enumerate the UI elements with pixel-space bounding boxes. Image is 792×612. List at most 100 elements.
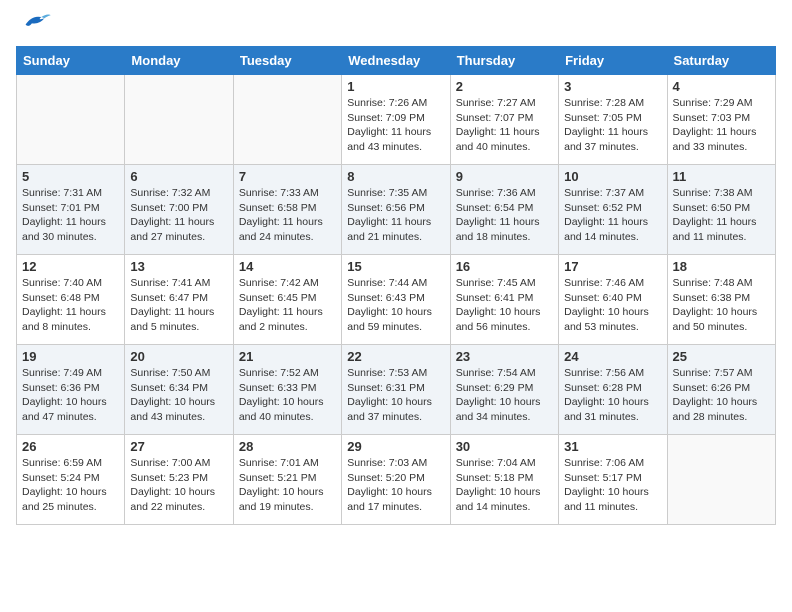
day-info: Sunrise: 7:29 AM Sunset: 7:03 PM Dayligh…	[673, 96, 770, 155]
day-number: 28	[239, 439, 336, 454]
calendar-week-1: 1 Sunrise: 7:26 AM Sunset: 7:09 PM Daylig…	[17, 75, 776, 165]
day-info: Sunrise: 7:03 AM Sunset: 5:20 PM Dayligh…	[347, 456, 444, 515]
calendar-cell: 17Sunrise: 7:46 AM Sunset: 6:40 PM Dayli…	[559, 255, 667, 345]
day-info: Sunrise: 7:53 AM Sunset: 6:31 PM Dayligh…	[347, 366, 444, 425]
day-number: 15	[347, 259, 444, 274]
calendar-cell: 28 Sunrise: 7:01 AM Sunset: 5:21 PM Dayli…	[233, 435, 341, 525]
day-info: Sunrise: 7:52 AM Sunset: 6:33 PM Dayligh…	[239, 366, 336, 425]
day-info: Sunrise: 7:57 AM Sunset: 6:26 PM Dayligh…	[673, 366, 770, 425]
calendar-cell: 31Sunrise: 7:06 AM Sunset: 5:17 PM Dayli…	[559, 435, 667, 525]
day-number: 26	[22, 439, 119, 454]
weekday-header-friday: Friday	[559, 47, 667, 75]
calendar-cell: 16 Sunrise: 7:45 AM Sunset: 6:41 PM Dayli…	[450, 255, 558, 345]
calendar-cell	[233, 75, 341, 165]
day-info: Sunrise: 7:56 AM Sunset: 6:28 PM Dayligh…	[564, 366, 661, 425]
calendar-cell: 30 Sunrise: 7:04 AM Sunset: 5:18 PM Dayli…	[450, 435, 558, 525]
day-number: 23	[456, 349, 553, 364]
day-number: 20	[130, 349, 227, 364]
calendar-cell	[667, 435, 775, 525]
day-info: Sunrise: 7:45 AM Sunset: 6:41 PM Dayligh…	[456, 276, 553, 335]
day-info: Sunrise: 7:37 AM Sunset: 6:52 PM Dayligh…	[564, 186, 661, 245]
day-info: Sunrise: 7:36 AM Sunset: 6:54 PM Dayligh…	[456, 186, 553, 245]
day-number: 4	[673, 79, 770, 94]
calendar-cell: 22 Sunrise: 7:53 AM Sunset: 6:31 PM Dayli…	[342, 345, 450, 435]
day-number: 9	[456, 169, 553, 184]
calendar-cell: 19 Sunrise: 7:49 AM Sunset: 6:36 PM Dayli…	[17, 345, 125, 435]
weekday-header-thursday: Thursday	[450, 47, 558, 75]
day-info: Sunrise: 7:46 AM Sunset: 6:40 PM Dayligh…	[564, 276, 661, 335]
calendar-cell: 29 Sunrise: 7:03 AM Sunset: 5:20 PM Dayli…	[342, 435, 450, 525]
calendar-cell: 11 Sunrise: 7:38 AM Sunset: 6:50 PM Dayli…	[667, 165, 775, 255]
day-number: 5	[22, 169, 119, 184]
day-info: Sunrise: 7:28 AM Sunset: 7:05 PM Dayligh…	[564, 96, 661, 155]
day-info: Sunrise: 7:49 AM Sunset: 6:36 PM Dayligh…	[22, 366, 119, 425]
day-number: 1	[347, 79, 444, 94]
day-info: Sunrise: 7:33 AM Sunset: 6:58 PM Dayligh…	[239, 186, 336, 245]
day-number: 12	[22, 259, 119, 274]
weekday-header-tuesday: Tuesday	[233, 47, 341, 75]
day-info: Sunrise: 7:31 AM Sunset: 7:01 PM Dayligh…	[22, 186, 119, 245]
weekday-header-sunday: Sunday	[17, 47, 125, 75]
logo	[16, 16, 51, 34]
calendar-week-2: 5 Sunrise: 7:31 AM Sunset: 7:01 PM Daylig…	[17, 165, 776, 255]
calendar-cell: 10 Sunrise: 7:37 AM Sunset: 6:52 PM Dayli…	[559, 165, 667, 255]
calendar-cell: 13Sunrise: 7:41 AM Sunset: 6:47 PM Dayli…	[125, 255, 233, 345]
calendar-cell: 23 Sunrise: 7:54 AM Sunset: 6:29 PM Dayli…	[450, 345, 558, 435]
day-info: Sunrise: 7:40 AM Sunset: 6:48 PM Dayligh…	[22, 276, 119, 335]
day-info: Sunrise: 7:35 AM Sunset: 6:56 PM Dayligh…	[347, 186, 444, 245]
day-number: 31	[564, 439, 661, 454]
calendar-table: SundayMondayTuesdayWednesdayThursdayFrid…	[16, 46, 776, 525]
day-number: 2	[456, 79, 553, 94]
day-info: Sunrise: 6:59 AM Sunset: 5:24 PM Dayligh…	[22, 456, 119, 515]
day-info: Sunrise: 7:42 AM Sunset: 6:45 PM Dayligh…	[239, 276, 336, 335]
calendar-cell: 8 Sunrise: 7:35 AM Sunset: 6:56 PM Daylig…	[342, 165, 450, 255]
day-number: 30	[456, 439, 553, 454]
weekday-header-saturday: Saturday	[667, 47, 775, 75]
calendar-week-4: 19 Sunrise: 7:49 AM Sunset: 6:36 PM Dayli…	[17, 345, 776, 435]
calendar-cell: 21Sunrise: 7:52 AM Sunset: 6:33 PM Dayli…	[233, 345, 341, 435]
weekday-header-row: SundayMondayTuesdayWednesdayThursdayFrid…	[17, 47, 776, 75]
day-number: 14	[239, 259, 336, 274]
day-info: Sunrise: 7:01 AM Sunset: 5:21 PM Dayligh…	[239, 456, 336, 515]
day-number: 8	[347, 169, 444, 184]
calendar-cell: 2 Sunrise: 7:27 AM Sunset: 7:07 PM Daylig…	[450, 75, 558, 165]
calendar-cell: 26 Sunrise: 6:59 AM Sunset: 5:24 PM Dayli…	[17, 435, 125, 525]
day-info: Sunrise: 7:44 AM Sunset: 6:43 PM Dayligh…	[347, 276, 444, 335]
page-header	[16, 16, 776, 34]
day-number: 16	[456, 259, 553, 274]
calendar-cell: 20 Sunrise: 7:50 AM Sunset: 6:34 PM Dayli…	[125, 345, 233, 435]
weekday-header-monday: Monday	[125, 47, 233, 75]
day-number: 10	[564, 169, 661, 184]
day-number: 29	[347, 439, 444, 454]
calendar-cell: 18Sunrise: 7:48 AM Sunset: 6:38 PM Dayli…	[667, 255, 775, 345]
day-number: 24	[564, 349, 661, 364]
day-number: 3	[564, 79, 661, 94]
day-info: Sunrise: 7:04 AM Sunset: 5:18 PM Dayligh…	[456, 456, 553, 515]
day-number: 13	[130, 259, 227, 274]
day-number: 22	[347, 349, 444, 364]
calendar-cell	[17, 75, 125, 165]
day-number: 11	[673, 169, 770, 184]
day-number: 7	[239, 169, 336, 184]
weekday-header-wednesday: Wednesday	[342, 47, 450, 75]
day-number: 19	[22, 349, 119, 364]
calendar-cell: 4 Sunrise: 7:29 AM Sunset: 7:03 PM Daylig…	[667, 75, 775, 165]
day-info: Sunrise: 7:32 AM Sunset: 7:00 PM Dayligh…	[130, 186, 227, 245]
day-info: Sunrise: 7:27 AM Sunset: 7:07 PM Dayligh…	[456, 96, 553, 155]
day-info: Sunrise: 7:00 AM Sunset: 5:23 PM Dayligh…	[130, 456, 227, 515]
day-info: Sunrise: 7:38 AM Sunset: 6:50 PM Dayligh…	[673, 186, 770, 245]
day-info: Sunrise: 7:54 AM Sunset: 6:29 PM Dayligh…	[456, 366, 553, 425]
day-info: Sunrise: 7:50 AM Sunset: 6:34 PM Dayligh…	[130, 366, 227, 425]
day-info: Sunrise: 7:48 AM Sunset: 6:38 PM Dayligh…	[673, 276, 770, 335]
calendar-week-3: 12 Sunrise: 7:40 AM Sunset: 6:48 PM Dayli…	[17, 255, 776, 345]
day-number: 27	[130, 439, 227, 454]
calendar-cell: 5 Sunrise: 7:31 AM Sunset: 7:01 PM Daylig…	[17, 165, 125, 255]
calendar-cell: 25 Sunrise: 7:57 AM Sunset: 6:26 PM Dayli…	[667, 345, 775, 435]
calendar-cell: 12 Sunrise: 7:40 AM Sunset: 6:48 PM Dayli…	[17, 255, 125, 345]
calendar-cell: 1 Sunrise: 7:26 AM Sunset: 7:09 PM Daylig…	[342, 75, 450, 165]
day-number: 25	[673, 349, 770, 364]
day-info: Sunrise: 7:26 AM Sunset: 7:09 PM Dayligh…	[347, 96, 444, 155]
calendar-cell: 3 Sunrise: 7:28 AM Sunset: 7:05 PM Daylig…	[559, 75, 667, 165]
day-number: 6	[130, 169, 227, 184]
calendar-cell: 24 Sunrise: 7:56 AM Sunset: 6:28 PM Dayli…	[559, 345, 667, 435]
